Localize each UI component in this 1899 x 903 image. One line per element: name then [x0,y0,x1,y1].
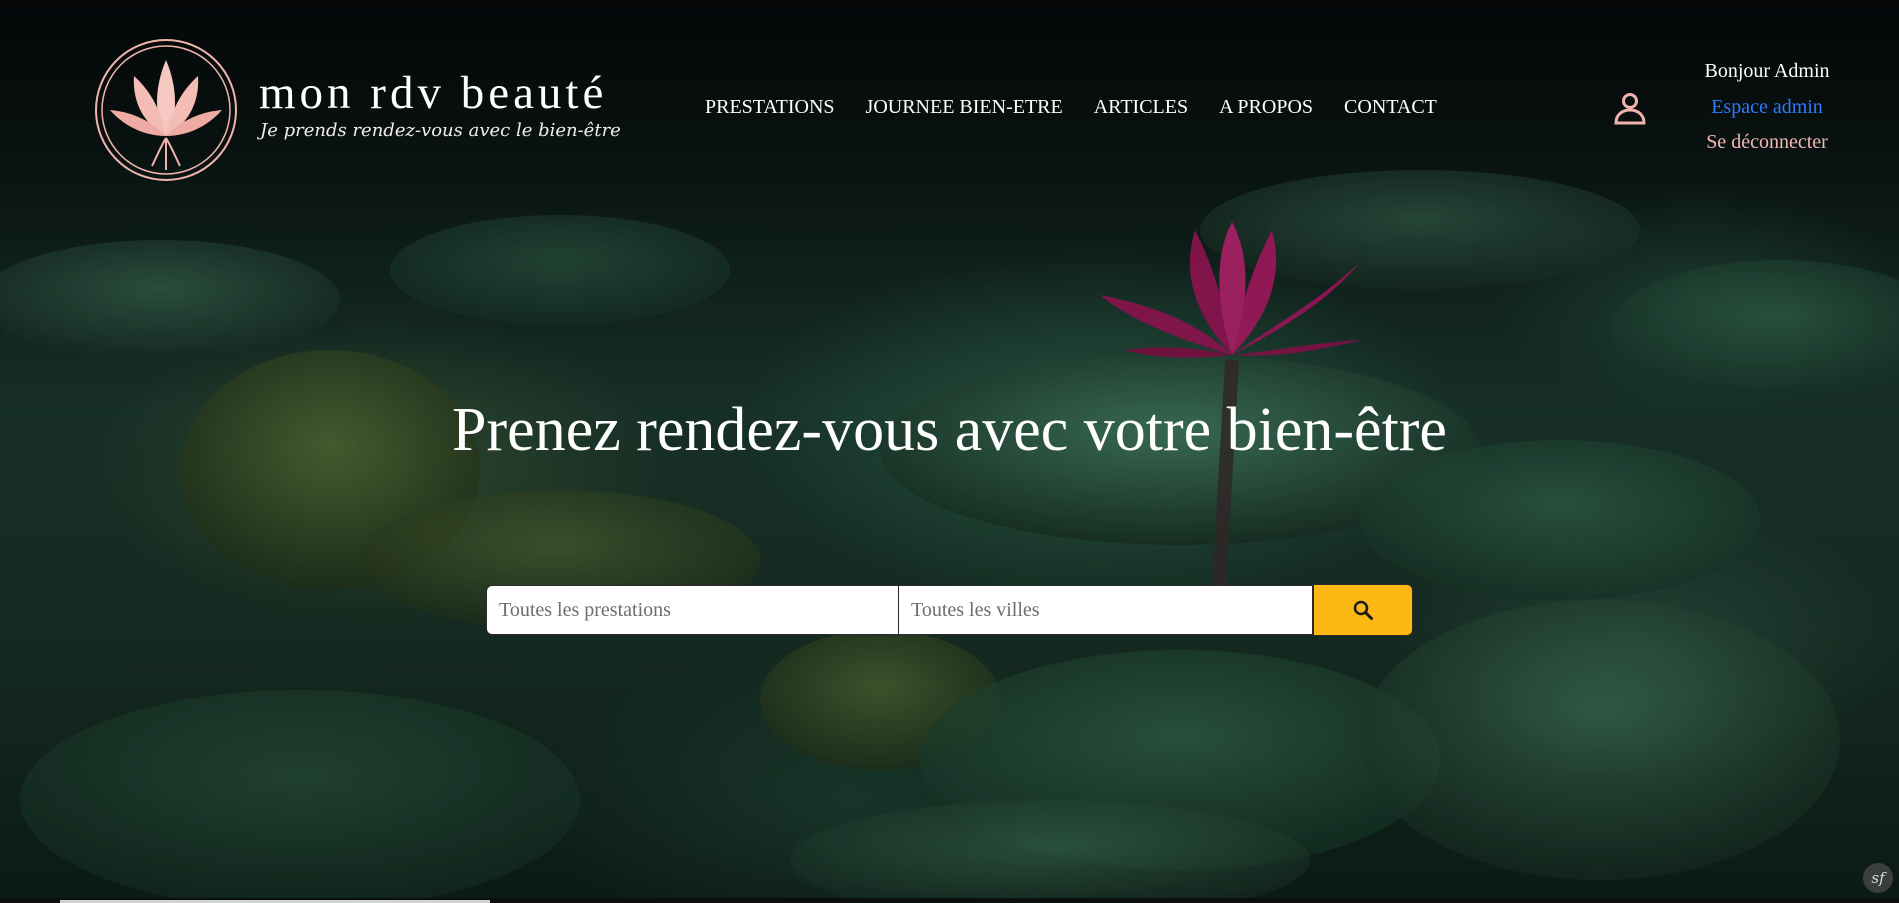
hero-title: Prenez rendez-vous avec votre bien-être [452,396,1447,464]
nav-item-contact[interactable]: CONTACT [1344,96,1437,119]
nav-item-prestations[interactable]: PRESTATIONS [705,96,835,119]
search-icon [1353,600,1373,620]
lotus-logo-icon[interactable] [94,38,238,182]
admin-space-link[interactable]: Espace admin [1674,96,1860,119]
user-menu: Bonjour Admin Espace admin Se déconnecte… [1579,60,1899,160]
service-search-input[interactable] [486,585,899,635]
logout-link[interactable]: Se déconnecter [1674,131,1860,154]
user-greeting: Bonjour Admin [1704,60,1830,82]
nav-item-a-propos[interactable]: A PROPOS [1219,96,1313,119]
main-nav: PRESTATIONS JOURNEE BIEN-ETRE ARTICLES A… [705,96,1468,119]
symfony-icon[interactable]: sf [1863,863,1893,893]
user-icon[interactable] [1612,90,1648,126]
nav-item-articles[interactable]: ARTICLES [1094,96,1188,119]
city-search-input[interactable] [899,585,1313,635]
brand-name[interactable]: mon rdv beauté [259,66,607,120]
search-form [486,584,1413,636]
brand-tagline: Je prends rendez-vous avec le bien-être [260,120,621,141]
site-header: mon rdv beauté Je prends rendez-vous ave… [0,0,1899,182]
search-button[interactable] [1313,584,1413,636]
nav-item-journee-bien-etre[interactable]: JOURNEE BIEN-ETRE [866,96,1063,119]
